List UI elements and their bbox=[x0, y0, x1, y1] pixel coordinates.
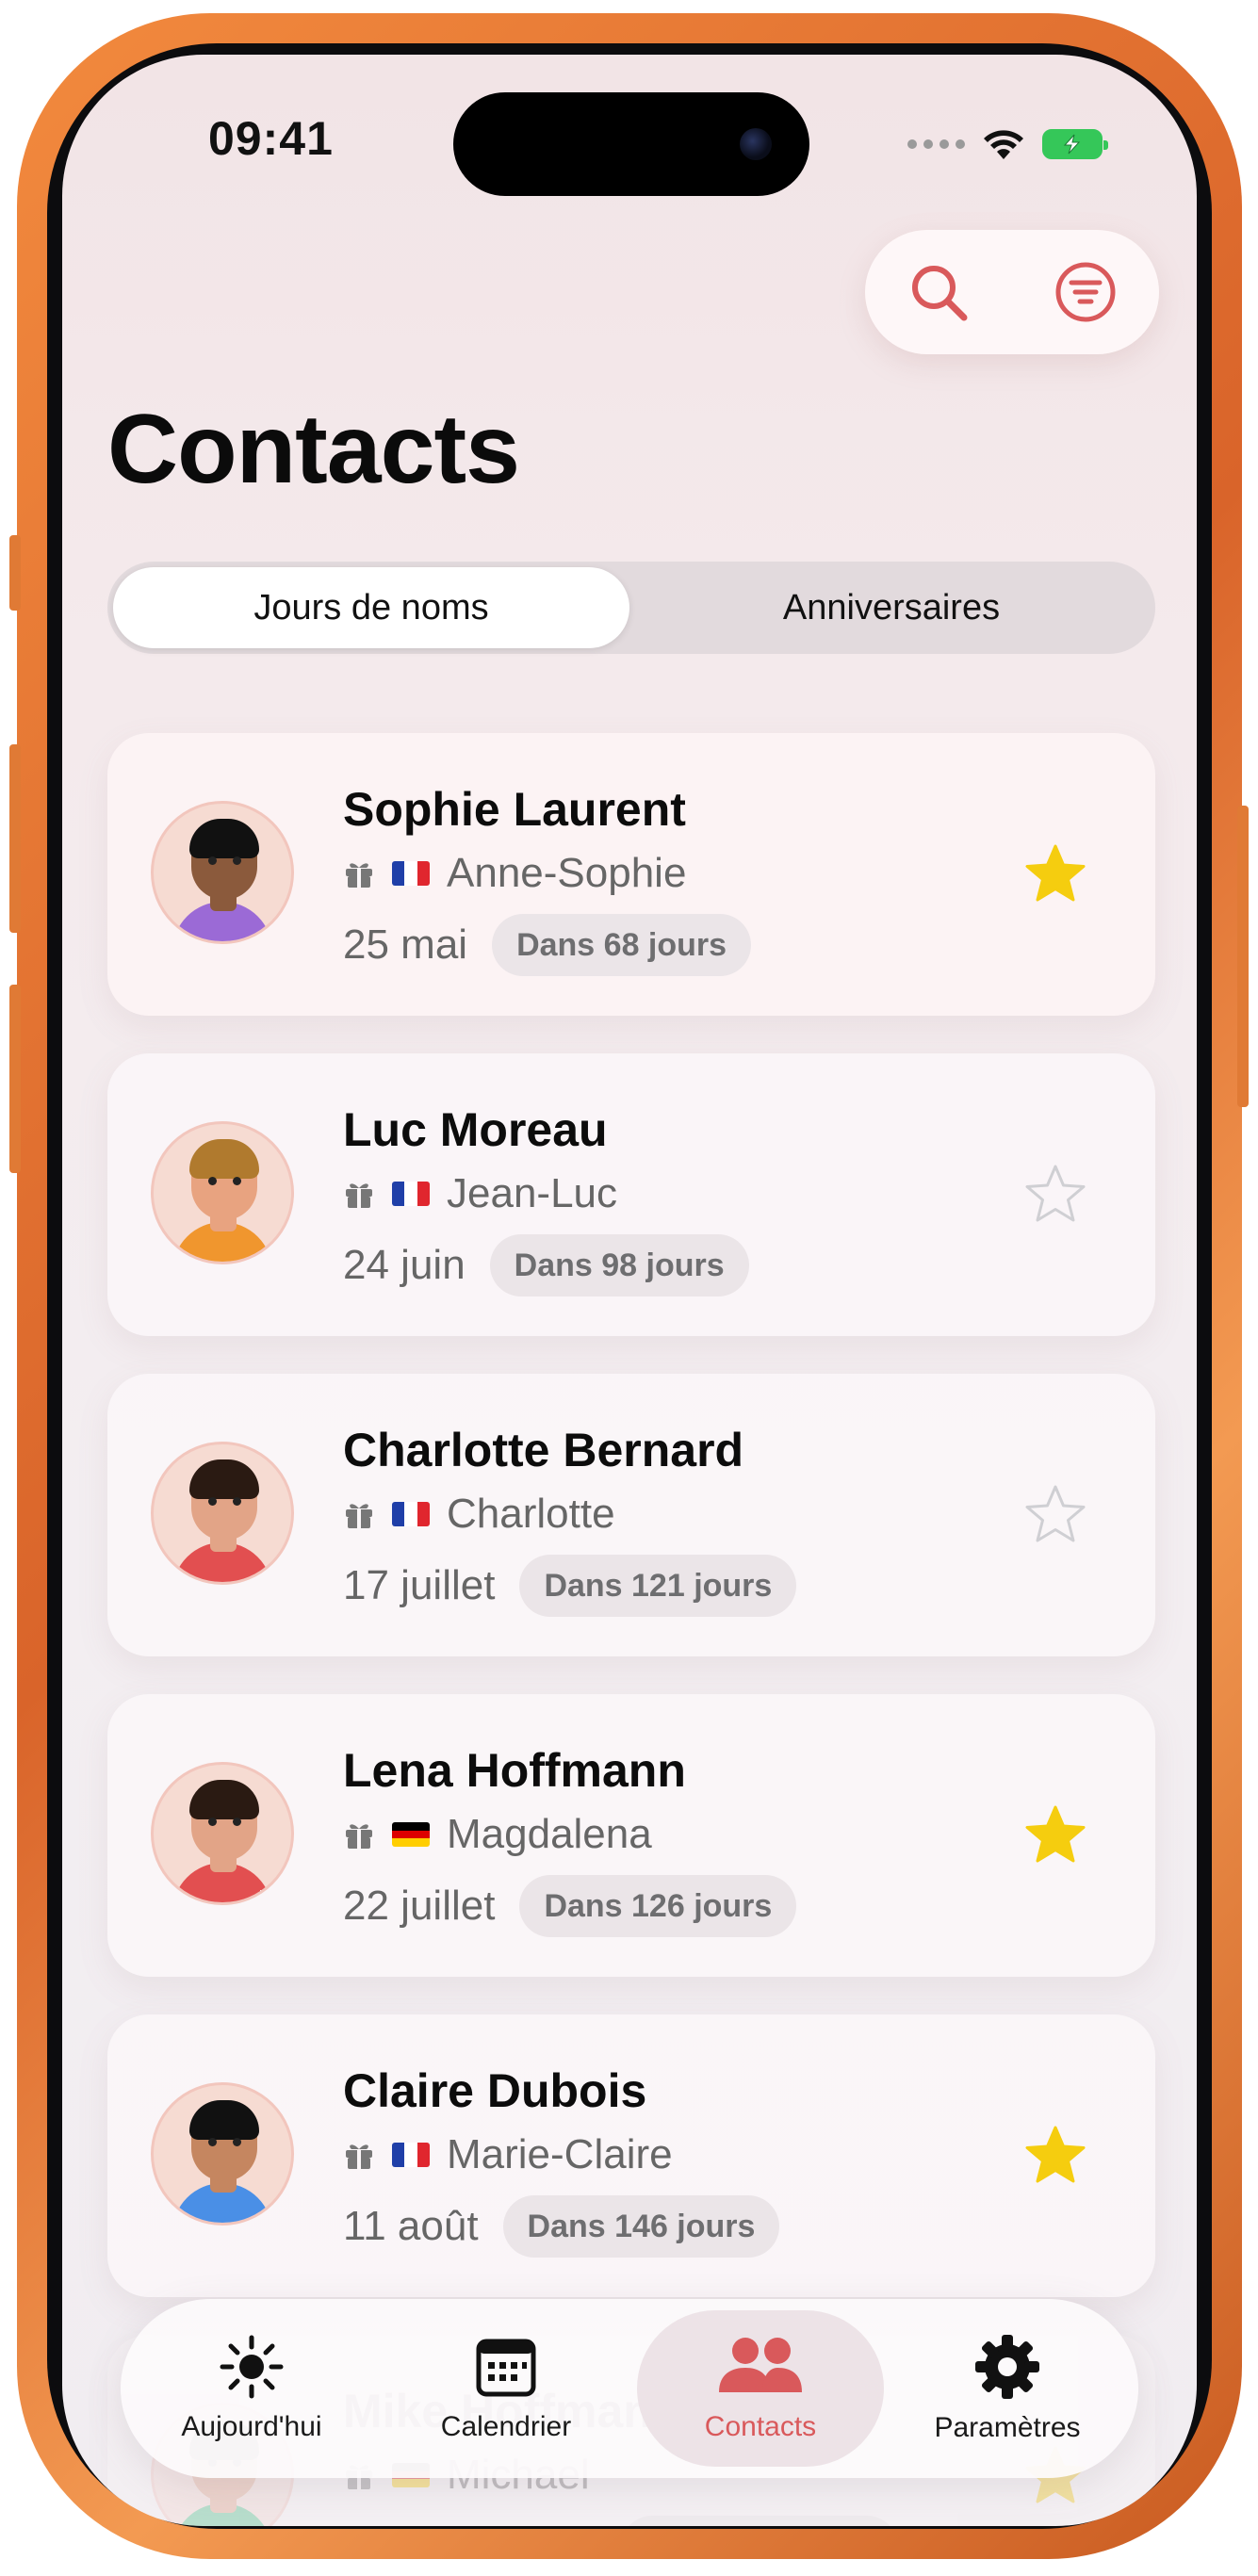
contact-date: 11 août bbox=[343, 2203, 479, 2249]
screen: 09:41 Contacts Jours de noms Anniversair… bbox=[62, 55, 1197, 2526]
tab-calendrier[interactable]: Calendrier bbox=[383, 2310, 629, 2467]
contact-name: Luc Moreau bbox=[343, 1103, 608, 1156]
tab-label: Paramètres bbox=[934, 2412, 1081, 2443]
gear-icon bbox=[975, 2335, 1039, 2399]
gift-icon bbox=[346, 1504, 372, 1528]
countdown-badge: Dans 121 jours bbox=[519, 1555, 797, 1617]
volume-down-button bbox=[9, 985, 21, 1173]
status-indicators bbox=[907, 121, 1108, 168]
nameday: Charlotte bbox=[447, 1491, 615, 1537]
favorite-star-icon[interactable] bbox=[1021, 1481, 1089, 1549]
gift-icon bbox=[346, 1824, 372, 1849]
battery-icon bbox=[1042, 129, 1108, 159]
contact-card[interactable]: L Lena Hoffmann Magdalena 22 juillet Dans 12… bbox=[107, 1694, 1155, 1977]
contact-date: 29 septembre bbox=[343, 2523, 596, 2526]
contact-name: Claire Dubois bbox=[343, 2064, 647, 2117]
nameday-row: Jean-Luc bbox=[343, 1170, 617, 1217]
avatar: C bbox=[151, 1442, 294, 1585]
volume-up-button bbox=[9, 744, 21, 933]
contact-date: 22 juillet bbox=[343, 1883, 496, 1929]
countdown-badge: Dans 126 jours bbox=[519, 1875, 797, 1937]
tab-aujourdhui[interactable]: Aujourd'hui bbox=[128, 2310, 375, 2467]
tab-parametres[interactable]: Paramètres bbox=[884, 2310, 1131, 2467]
contact-name: Sophie Laurent bbox=[343, 783, 686, 836]
camera-icon bbox=[740, 128, 772, 160]
flag-icon bbox=[392, 2143, 430, 2167]
nameday: Marie-Claire bbox=[447, 2131, 673, 2177]
contact-name: Charlotte Bernard bbox=[343, 1424, 744, 1476]
tab-label: Calendrier bbox=[440, 2411, 572, 2442]
status-time: 09:41 bbox=[208, 112, 334, 165]
countdown-badge: Dans 98 jours bbox=[489, 1234, 749, 1296]
gift-icon bbox=[346, 863, 372, 888]
sun-icon bbox=[220, 2335, 284, 2399]
date-row: 22 juillet Dans 126 jours bbox=[343, 1875, 797, 1937]
nameday-row: Marie-Claire bbox=[343, 2131, 673, 2178]
filter-icon bbox=[1055, 262, 1116, 322]
tab-label: Contacts bbox=[704, 2411, 817, 2442]
avatar bbox=[151, 1121, 294, 1264]
search-button[interactable] bbox=[901, 254, 976, 330]
tab-contacts[interactable]: Contacts bbox=[637, 2310, 884, 2467]
contact-date: 17 juillet bbox=[343, 1562, 496, 1608]
contact-name: Lena Hoffmann bbox=[343, 1744, 686, 1797]
signal-icon bbox=[907, 139, 965, 149]
nameday: Anne-Sophie bbox=[447, 850, 687, 896]
flag-icon bbox=[392, 1502, 430, 1526]
avatar-badge: L bbox=[259, 1887, 269, 1903]
favorite-star-icon[interactable] bbox=[1021, 1161, 1089, 1229]
favorite-star-icon[interactable] bbox=[1021, 2122, 1089, 2190]
calendar-icon bbox=[476, 2339, 536, 2397]
mute-switch bbox=[9, 535, 21, 611]
header-actions bbox=[865, 230, 1159, 354]
gift-icon bbox=[346, 2144, 372, 2169]
segment-anniversaires[interactable]: Anniversaires bbox=[633, 567, 1150, 648]
tab-bar: Aujourd'hui Calendrier Contacts Paramètr… bbox=[121, 2299, 1138, 2478]
date-row: 17 juillet Dans 121 jours bbox=[343, 1555, 797, 1617]
nameday-row: Charlotte bbox=[343, 1491, 615, 1538]
segment-jours-de-noms[interactable]: Jours de noms bbox=[113, 567, 629, 648]
segmented-control: Jours de noms Anniversaires bbox=[107, 562, 1155, 654]
favorite-star-icon[interactable] bbox=[1021, 1802, 1089, 1869]
countdown-badge: Dans 195 jours bbox=[621, 2516, 898, 2526]
nameday: Jean-Luc bbox=[447, 1170, 618, 1216]
contact-date: 25 mai bbox=[343, 921, 468, 968]
gift-icon bbox=[346, 1183, 372, 1208]
filter-button[interactable] bbox=[1048, 254, 1123, 330]
contact-card[interactable]: C Charlotte Bernard Charlotte 17 juillet Dan… bbox=[107, 1374, 1155, 1656]
nameday-row: Anne-Sophie bbox=[343, 850, 686, 897]
nameday: Magdalena bbox=[447, 1811, 652, 1857]
page-title: Contacts bbox=[107, 395, 520, 504]
contact-card[interactable]: Sophie Laurent Anne-Sophie 25 mai Dans 68 j… bbox=[107, 733, 1155, 1016]
power-button bbox=[1237, 806, 1249, 1107]
favorite-star-icon[interactable] bbox=[1021, 840, 1089, 908]
dynamic-island bbox=[453, 92, 809, 196]
flag-icon bbox=[392, 1182, 430, 1206]
countdown-badge: Dans 68 jours bbox=[492, 914, 752, 976]
nameday-row: Magdalena bbox=[343, 1811, 652, 1858]
avatar bbox=[151, 801, 294, 944]
avatar bbox=[151, 2082, 294, 2225]
search-icon bbox=[912, 266, 968, 321]
contact-date: 24 juin bbox=[343, 1242, 466, 1288]
wifi-icon bbox=[984, 130, 1023, 159]
date-row: 11 août Dans 146 jours bbox=[343, 2195, 780, 2258]
people-icon bbox=[719, 2338, 802, 2392]
date-row: 24 juin Dans 98 jours bbox=[343, 1234, 749, 1296]
date-row: 29 septembre Dans 195 jours bbox=[343, 2516, 898, 2526]
date-row: 25 mai Dans 68 jours bbox=[343, 914, 752, 976]
flag-icon bbox=[392, 1822, 430, 1847]
contact-card[interactable]: Luc Moreau Jean-Luc 24 juin Dans 98 jours bbox=[107, 1053, 1155, 1336]
avatar-badge: C bbox=[259, 1567, 270, 1583]
contact-card[interactable]: Claire Dubois Marie-Claire 11 août Dans 146… bbox=[107, 2014, 1155, 2297]
tab-label: Aujourd'hui bbox=[181, 2411, 322, 2442]
avatar: L bbox=[151, 1762, 294, 1905]
countdown-badge: Dans 146 jours bbox=[502, 2195, 780, 2258]
flag-icon bbox=[392, 861, 430, 886]
